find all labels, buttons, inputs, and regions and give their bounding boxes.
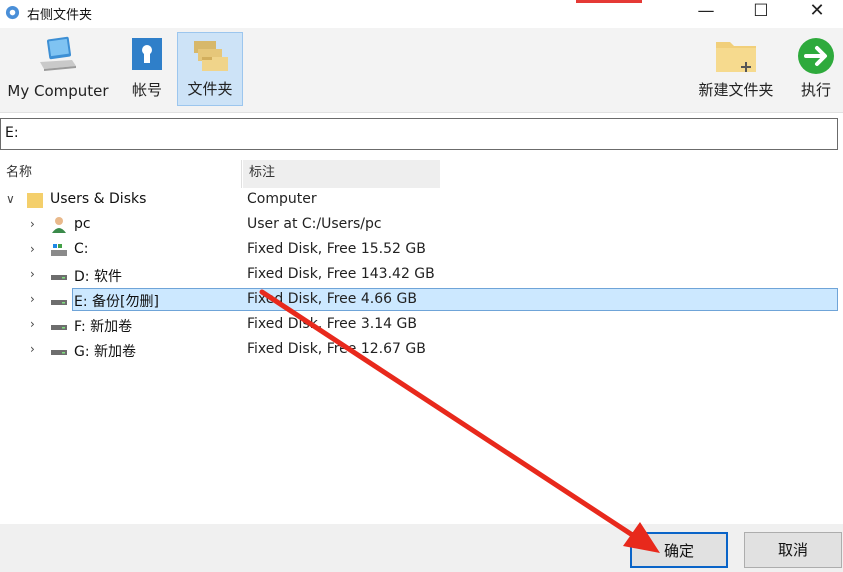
chevron-right-icon[interactable]: › [30,267,35,281]
column-name-header[interactable]: 名称 [0,160,242,188]
user-icon [52,217,66,233]
ok-button[interactable]: 确定 [630,532,728,568]
tree-item-label: G: 新加卷 [74,344,137,360]
chevron-down-icon[interactable]: ∨ [6,192,15,206]
disk-icon [51,275,67,280]
tree-root[interactable]: ∨ Users & Disks Computer [0,188,843,213]
arrow-right-circle-icon [798,38,834,74]
tree-item-label: C: [74,241,89,257]
keyhole-icon [132,38,162,70]
folder-icon [27,193,43,208]
tree-item-note: Fixed Disk, Free 143.42 GB [247,266,435,282]
folders-icon [194,41,228,71]
my-computer-button[interactable]: My Computer [2,32,114,106]
tree-item-note: Fixed Disk, Free 12.67 GB [247,341,426,357]
selection-highlight [72,288,838,311]
computer-icon [40,36,76,71]
new-folder-button[interactable]: 新建文件夹 [690,32,782,106]
execute-label: 执行 [800,81,831,99]
tree-item[interactable]: › D: 软件 Fixed Disk, Free 143.42 GB [0,263,843,288]
chevron-right-icon[interactable]: › [30,242,35,256]
app-icon [5,5,20,20]
column-note-header[interactable]: 标注 [243,160,440,188]
tree-item-note: Fixed Disk, Free 4.66 GB [247,291,417,307]
tree-item[interactable]: › G: 新加卷 Fixed Disk, Free 12.67 GB [0,338,843,363]
tree-item-label: D: 软件 [74,269,122,285]
chevron-right-icon[interactable]: › [30,292,35,306]
chevron-right-icon[interactable]: › [30,317,35,331]
tree-root-note: Computer [247,191,317,207]
column-header: 名称 标注 [0,160,843,188]
tree-item-note: User at C:/Users/pc [247,216,382,232]
tree-item-selected[interactable]: › E: 备份[勿删] Fixed Disk, Free 4.66 GB [0,288,843,313]
chevron-right-icon[interactable]: › [30,217,35,231]
disk-icon [51,300,67,305]
disk-icon [51,325,67,330]
system-disk-icon [51,244,67,256]
accounts-label: 帐号 [131,81,162,99]
minimize-button[interactable]: — [680,0,732,24]
chevron-right-icon[interactable]: › [30,342,35,356]
execute-button[interactable]: 执行 [792,32,840,106]
path-bar [0,118,838,150]
title-bar: 右侧文件夹 — ☐ ✕ [0,0,843,26]
tree-item[interactable]: › F: 新加卷 Fixed Disk, Free 3.14 GB [0,313,843,338]
maximize-button[interactable]: ☐ [735,0,787,24]
cancel-button[interactable]: 取消 [744,532,842,568]
tree-item[interactable]: › C: Fixed Disk, Free 15.52 GB [0,238,843,263]
folders-button[interactable]: 文件夹 [177,32,243,106]
new-folder-label: 新建文件夹 [698,81,774,99]
dialog-footer: 确定 取消 [0,524,843,572]
tree-root-label: Users & Disks [50,191,147,207]
folder-tree: ∨ Users & Disks Computer › pc User at C:… [0,188,843,524]
tree-item-label: E: 备份[勿删] [74,294,159,310]
tree-item-note: Fixed Disk, Free 3.14 GB [247,316,417,332]
accounts-button[interactable]: 帐号 [124,32,170,106]
tree-item-label: pc [74,216,91,232]
window-title: 右侧文件夹 [27,8,93,23]
close-button[interactable]: ✕ [791,0,843,24]
tree-item[interactable]: › pc User at C:/Users/pc [0,213,843,238]
tree-item-label: F: 新加卷 [74,319,133,335]
toolbar: My Computer 帐号 文件夹 新建文件夹 执行 [0,28,843,113]
disk-icon [51,350,67,355]
path-input[interactable] [1,119,829,147]
folders-label: 文件夹 [187,80,233,98]
my-computer-label: My Computer [7,82,109,100]
new-folder-icon [716,42,756,72]
red-mark [576,0,642,3]
tree-item-note: Fixed Disk, Free 15.52 GB [247,241,426,257]
